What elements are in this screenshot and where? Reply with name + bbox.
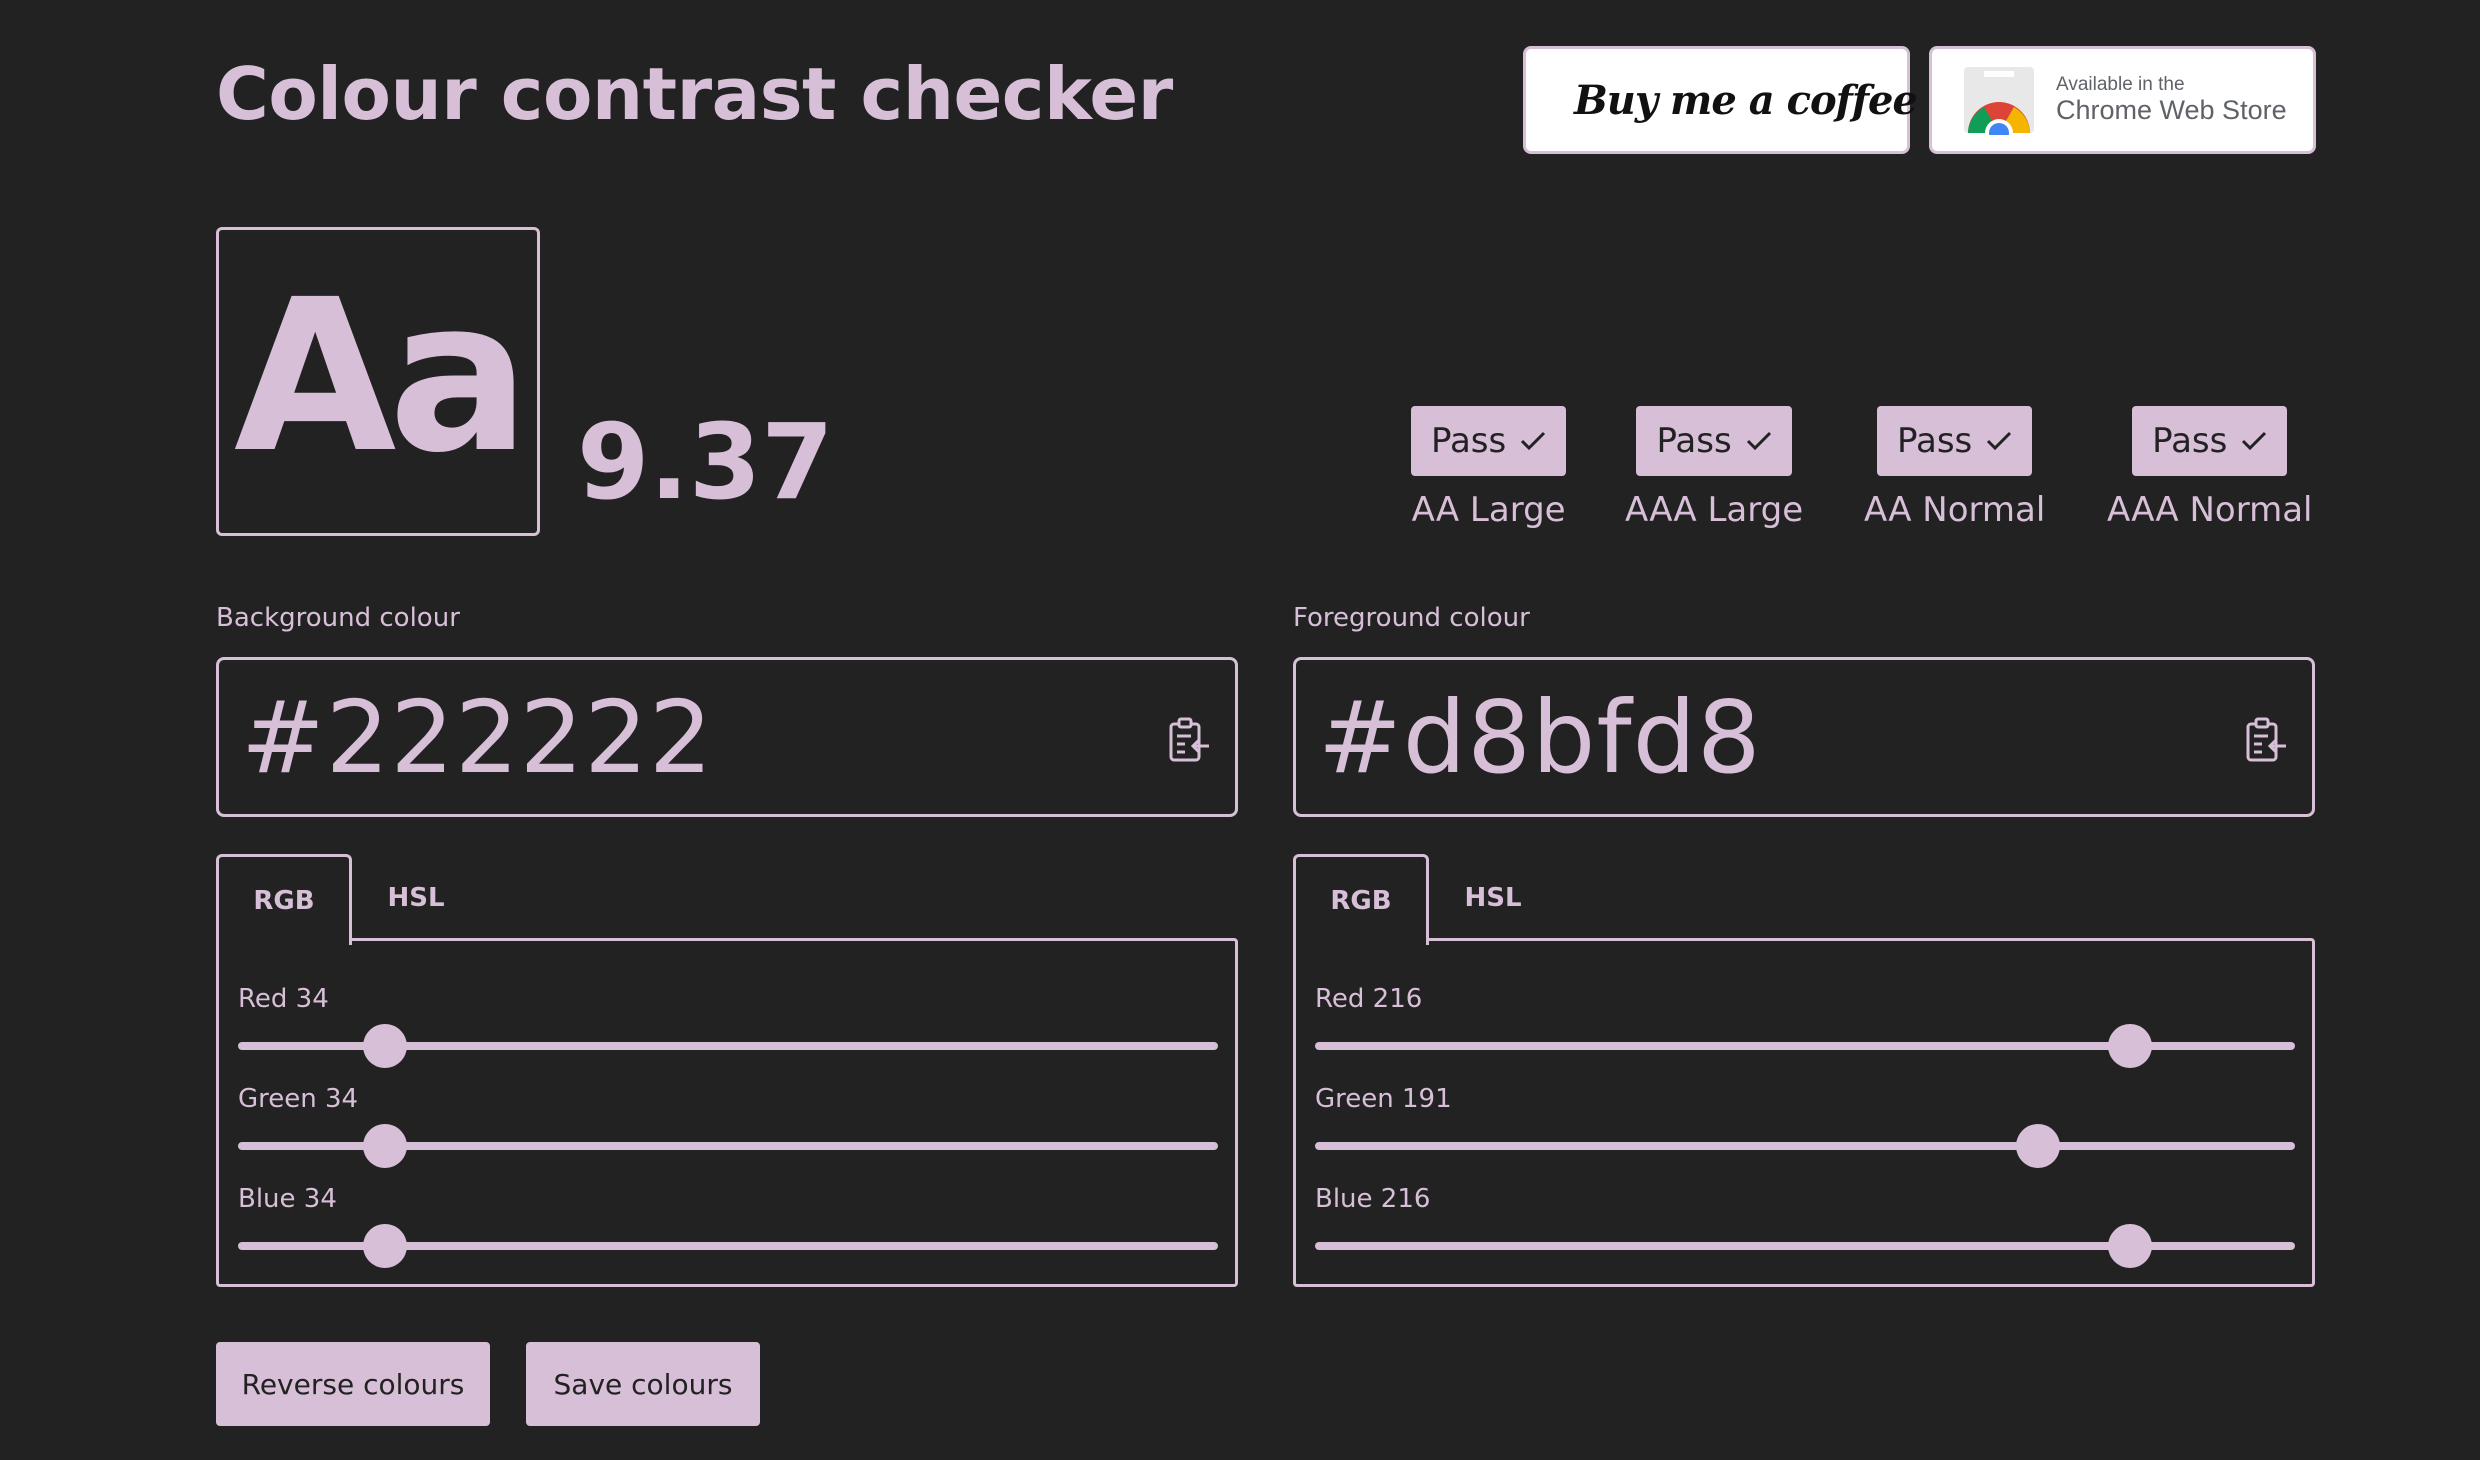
- pass-status: Pass: [2152, 421, 2228, 461]
- pass-badge: Pass: [1877, 406, 2033, 476]
- contrast-preview: Aa: [216, 227, 540, 536]
- bg-green-label: Green 34: [238, 1084, 359, 1114]
- slider-thumb[interactable]: [2107, 1024, 2152, 1068]
- page-title: Colour contrast checker: [216, 52, 1173, 136]
- fg-red-label: Red 216: [1315, 984, 1423, 1014]
- bg-blue-slider[interactable]: [238, 1224, 1218, 1268]
- result-aa-large: Pass AA Large: [1411, 406, 1567, 530]
- bg-green-slider[interactable]: [238, 1124, 1218, 1168]
- result-level-label: AA Large: [1411, 490, 1566, 530]
- slider-thumb[interactable]: [2107, 1224, 2152, 1268]
- fg-red-slider[interactable]: [1315, 1024, 2295, 1068]
- check-icon: [1987, 431, 2012, 451]
- buy-me-a-coffee-button[interactable]: Buy me a coffee: [1523, 46, 1918, 154]
- pass-status: Pass: [1897, 421, 1973, 461]
- result-aa-normal: Pass AA Normal: [1864, 406, 2045, 530]
- foreground-hex-field: [1293, 657, 2315, 817]
- check-icon: [1521, 431, 1546, 451]
- pass-badge: Pass: [1411, 406, 1567, 476]
- result-level-label: AA Normal: [1864, 490, 2046, 530]
- chrome-badge-small-text: Available in the: [2056, 73, 2185, 95]
- fg-green-slider[interactable]: [1315, 1124, 2295, 1168]
- chrome-logo-icon: [1964, 67, 2034, 135]
- background-rgb-panel: Red 34 Green 34 Blue 34: [216, 938, 1238, 1287]
- coffee-button-label: Buy me a coffee: [1574, 76, 1918, 124]
- paste-icon[interactable]: [1167, 716, 1211, 764]
- slider-thumb[interactable]: [362, 1024, 407, 1068]
- pass-badge: Pass: [1636, 406, 1792, 476]
- chrome-web-store-button[interactable]: Available in the Chrome Web Store: [1929, 46, 2316, 154]
- background-hex-field: [216, 657, 1238, 817]
- background-hex-input[interactable]: [241, 678, 1101, 796]
- pass-status: Pass: [1431, 421, 1507, 461]
- fg-tab-hsl[interactable]: HSL: [1433, 854, 1553, 942]
- result-level-label: AAA Normal: [2107, 490, 2313, 530]
- pass-badge: Pass: [2132, 406, 2288, 476]
- bg-blue-label: Blue 34: [238, 1184, 337, 1214]
- fg-green-label: Green 191: [1315, 1084, 1452, 1114]
- check-icon: [2242, 431, 2267, 451]
- foreground-rgb-panel: Red 216 Green 191 Blue 216: [1293, 938, 2315, 1287]
- slider-thumb[interactable]: [362, 1224, 407, 1268]
- result-level-label: AAA Large: [1625, 490, 1804, 530]
- contrast-ratio: 9.37: [577, 401, 834, 523]
- bg-tab-hsl[interactable]: HSL: [356, 854, 476, 942]
- paste-icon[interactable]: [2244, 716, 2288, 764]
- background-colour-label: Background colour: [216, 603, 460, 633]
- bg-tab-rgb[interactable]: RGB: [216, 854, 352, 945]
- save-colours-button[interactable]: Save colours: [526, 1342, 760, 1426]
- chrome-badge-big-text: Chrome Web Store: [2056, 95, 2287, 126]
- foreground-hex-input[interactable]: [1318, 678, 2178, 796]
- result-aaa-large: Pass AAA Large: [1625, 406, 1803, 530]
- slider-thumb[interactable]: [362, 1124, 407, 1168]
- preview-sample-text: Aa: [233, 253, 530, 499]
- bg-red-slider[interactable]: [238, 1024, 1218, 1068]
- fg-blue-label: Blue 216: [1315, 1184, 1431, 1214]
- bg-red-label: Red 34: [238, 984, 329, 1014]
- reverse-colours-button[interactable]: Reverse colours: [216, 1342, 490, 1426]
- check-icon: [1746, 431, 1771, 451]
- foreground-colour-label: Foreground colour: [1293, 603, 1530, 633]
- slider-thumb[interactable]: [2016, 1124, 2061, 1168]
- fg-blue-slider[interactable]: [1315, 1224, 2295, 1268]
- pass-status: Pass: [1656, 421, 1732, 461]
- fg-tab-rgb[interactable]: RGB: [1293, 854, 1429, 945]
- result-aaa-normal: Pass AAA Normal: [2107, 406, 2313, 530]
